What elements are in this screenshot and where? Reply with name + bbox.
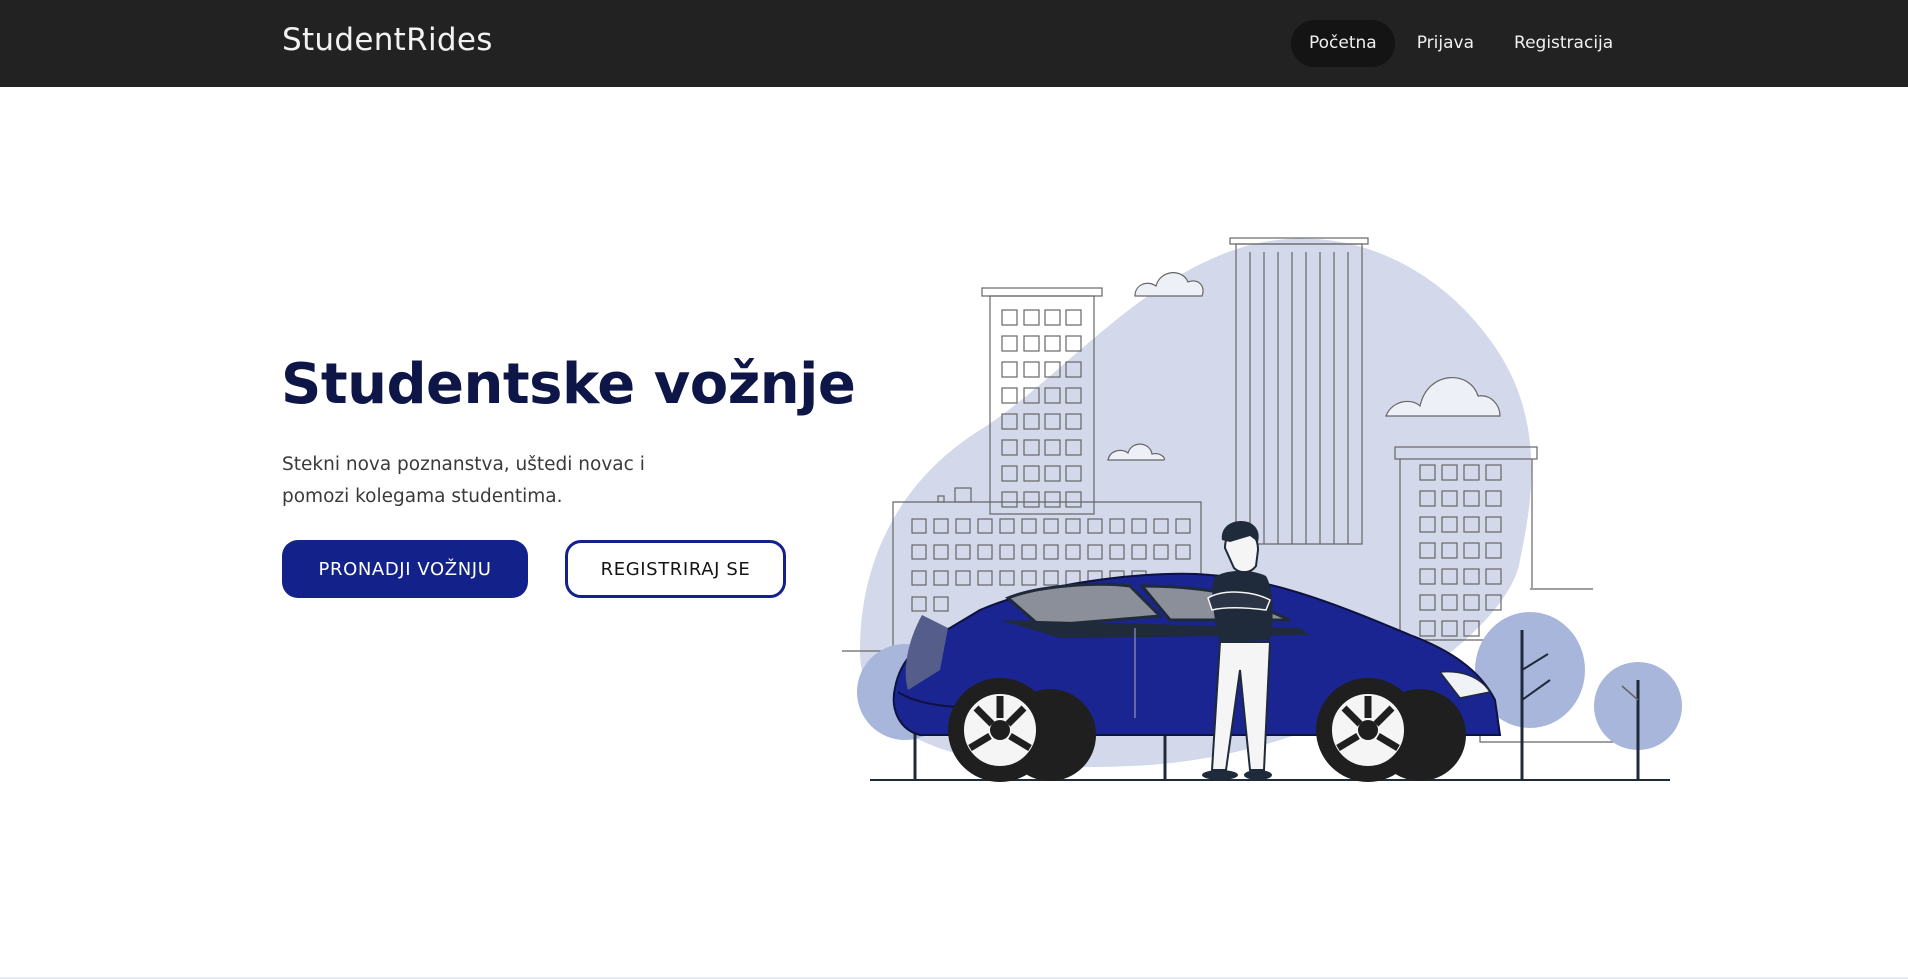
hero-title: Studentske vožnje [281, 352, 856, 417]
nav-link-registracija[interactable]: Registracija [1496, 20, 1631, 67]
nav-link-pocetna[interactable]: Početna [1291, 20, 1395, 67]
find-ride-button[interactable]: PRONADJI VOŽNJU [282, 540, 528, 598]
tree-icon [1594, 662, 1682, 780]
navbar: StudentRides Početna Prijava Registracij… [0, 0, 1908, 87]
register-button[interactable]: REGISTRIRAJ SE [565, 540, 786, 598]
hero-subtitle: Stekni nova poznanstva, uštedi novac i p… [282, 454, 645, 507]
nav-links: Početna Prijava Registracija [1291, 20, 1631, 67]
brand-logo[interactable]: StudentRides [282, 22, 493, 58]
nav-link-prijava[interactable]: Prijava [1399, 20, 1492, 67]
city-car-person-illustration [842, 237, 1682, 782]
